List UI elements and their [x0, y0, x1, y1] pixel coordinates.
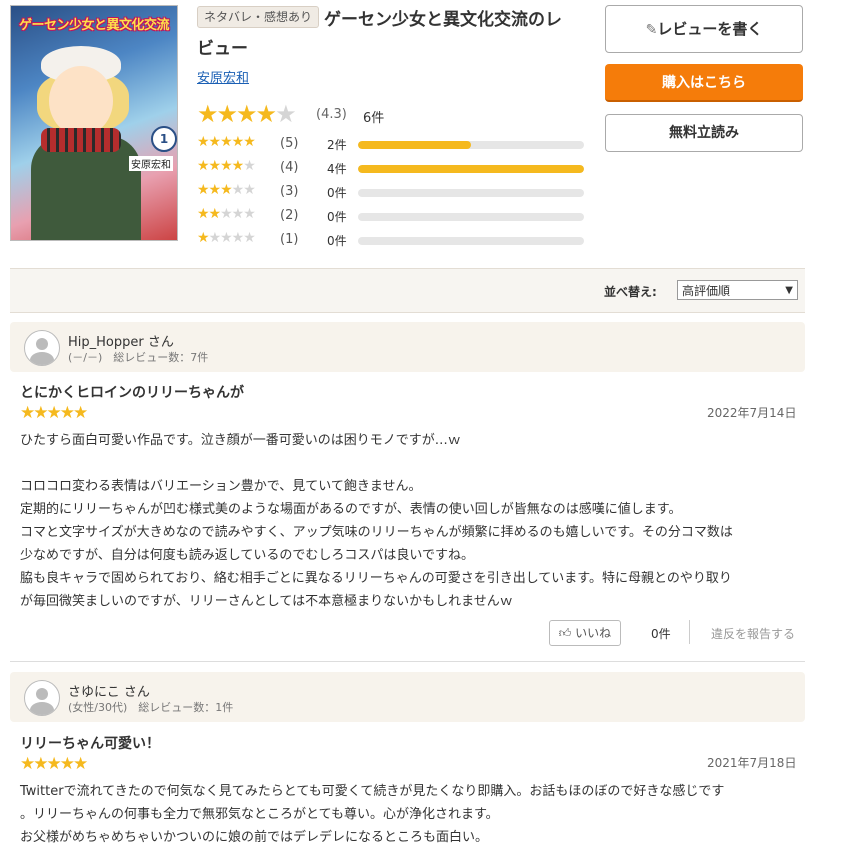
sort-label: 並べ替え: [604, 285, 657, 299]
cover-face [49, 66, 113, 136]
review-line: コロコロ変わる表情はバリエーション豊かで、見ていて飽きません。 [20, 479, 422, 494]
review-body: ひたすら面白可愛い作品です。泣き顔が一番可愛いのは困りモノですが…ｗ コロコロ変… [20, 429, 796, 613]
review-line: コマと文字サイズが大きめなので読みやすく、アップ気味のリリーちゃんが頻繁に拝める… [20, 525, 733, 540]
review-line: 。リリーちゃんの何事も全力で無邪気なところがとても尊い。心が浄化されます。 [20, 807, 499, 822]
review-line: お父様がめちゃめちゃいかついのに娘の前ではデレデレになるところも面白い。 [20, 830, 489, 845]
review-line: 少なめですが、自分は何度も読み返しているのでむしろコスパは良いですね。 [20, 548, 474, 563]
distribution-row: ★★★★★ (1) 0件 [197, 230, 587, 250]
distribution-count: 0件 [327, 234, 347, 248]
review-date: 2021年7月18日 [707, 756, 797, 770]
review-line: Twitterで流れてきたので何気なく見てみたらとても可愛くて続きが見たくなり即… [20, 784, 725, 799]
review-body: Twitterで流れてきたので何気なく見てみたらとても可愛くて続きが見たくなり即… [20, 780, 796, 849]
review-line [20, 452, 796, 475]
book-cover-image[interactable]: ゲーセン少女と異文化交流 1 安原宏和 [10, 5, 178, 241]
average-rating-stars: ★★★★★ [197, 100, 297, 128]
distribution-level: (4) [280, 160, 299, 175]
distribution-level: (3) [280, 184, 299, 199]
review-date: 2022年7月14日 [707, 406, 797, 420]
distribution-bar [358, 189, 584, 197]
review-line: 脇も良キャラで固められており、絡む相手ごとに異なるリリーちゃんの可愛さを引き出し… [20, 571, 732, 586]
cover-title: ゲーセン少女と異文化交流 [18, 18, 170, 33]
review-header: さゆにこ さん (女性/30代) 総レビュー数：1件 [10, 672, 805, 722]
review-line: 定期的にリリーちゃんが凹む様式美のような場面があるのですが、表情の使い回しが皆無… [20, 502, 682, 517]
distribution-level: (1) [280, 232, 299, 247]
review-line: ひたすら面白可愛い作品です。泣き顔が一番可愛いのは困りモノですが…ｗ [20, 433, 461, 448]
page-title-line2: ビュー [197, 39, 248, 59]
distribution-count: 0件 [327, 186, 347, 200]
distribution-stars: ★★★★★ [197, 230, 256, 246]
distribution-stars: ★★★★★ [197, 158, 256, 174]
distribution-row: ★★★★★ (5) 2件 [197, 134, 587, 154]
distribution-count: 2件 [327, 138, 347, 152]
write-review-button[interactable]: ✎レビューを書く [605, 5, 803, 53]
distribution-bar [358, 141, 584, 149]
sort-select[interactable]: 高評価順 ▼ [677, 280, 798, 300]
thumbs-up-icon: 👍︎ [558, 626, 572, 640]
like-count: 0件 [651, 627, 671, 641]
review-stars: ★★★★★ [20, 403, 88, 423]
distribution-level: (2) [280, 208, 299, 223]
report-link[interactable]: 違反を報告する [711, 625, 795, 642]
review-title: リリーちゃん可愛い！ [20, 736, 160, 752]
cover-author: 安原宏和 [129, 156, 173, 171]
avatar [24, 680, 60, 716]
dropdown-arrow-icon: ▼ [785, 285, 793, 296]
review-header: Hip_Hopper さん (－/－) 総レビュー数：7件 [10, 322, 805, 372]
reviewer-name: さゆにこ さん [68, 685, 150, 700]
review-line: が毎回微笑ましいのですが、リリーさんとしては不本意極まりないかもしれませんｗ [20, 594, 513, 609]
free-read-button[interactable]: 無料立読み [605, 114, 803, 152]
distribution-row: ★★★★★ (2) 0件 [197, 206, 587, 226]
distribution-count: 4件 [327, 162, 347, 176]
sort-selected-value: 高評価順 [682, 284, 731, 298]
divider [689, 620, 690, 644]
buy-button[interactable]: 購入はこちら [605, 64, 803, 102]
distribution-row: ★★★★★ (4) 4件 [197, 158, 587, 178]
sort-bar: 並べ替え: 高評価順 ▼ [10, 268, 805, 313]
review-stars: ★★★★★ [20, 754, 88, 774]
pencil-icon: ✎ [645, 22, 658, 38]
spoiler-tag: ネタバレ・感想あり [197, 6, 320, 28]
distribution-stars: ★★★★★ [197, 206, 256, 222]
distribution-bar [358, 213, 584, 221]
distribution-count: 0件 [327, 210, 347, 224]
distribution-row: ★★★★★ (3) 0件 [197, 182, 587, 202]
like-label: いいね [575, 626, 612, 640]
cover-volume: 1 [151, 126, 177, 152]
distribution-bar-fill [358, 141, 471, 149]
review-title: とにかくヒロインのリリーちゃんが [20, 385, 244, 401]
distribution-bar [358, 165, 584, 173]
page-title-line1: ゲーセン少女と異文化交流のレ [324, 10, 562, 30]
cover-scarf [41, 128, 121, 152]
average-rating-value: (4.3) [316, 107, 347, 122]
distribution-stars: ★★★★★ [197, 134, 256, 150]
write-review-label: レビューを書く [657, 20, 763, 38]
distribution-stars: ★★★★★ [197, 182, 256, 198]
rating-count: 6件 [363, 111, 385, 126]
reviewer-meta: (女性/30代) 総レビュー数：1件 [68, 701, 234, 714]
distribution-level: (5) [280, 136, 299, 151]
distribution-bar [358, 237, 584, 245]
review-separator [10, 661, 805, 662]
reviewer-meta: (－/－) 総レビュー数：7件 [68, 351, 209, 364]
like-button[interactable]: 👍︎ いいね [549, 620, 621, 646]
reviewer-name: Hip_Hopper さん [68, 335, 174, 350]
author-link[interactable]: 安原宏和 [197, 67, 249, 86]
avatar [24, 330, 60, 366]
distribution-bar-fill [358, 165, 584, 173]
